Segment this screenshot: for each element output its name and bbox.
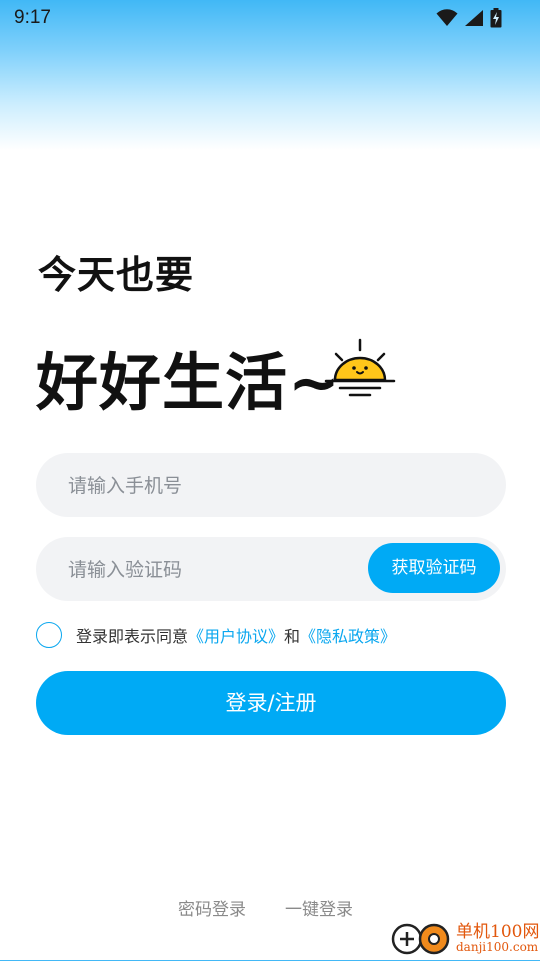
wifi-icon <box>436 9 458 27</box>
agreement-connector: 和 <box>284 627 301 646</box>
agreement-row: 登录即表示同意 《用户协议》 和 《隐私政策》 <box>36 620 396 650</box>
watermark-domain: danji100.com <box>456 940 539 954</box>
phone-field[interactable] <box>36 453 506 519</box>
signal-icon <box>464 9 484 27</box>
code-field[interactable]: 获取验证码 <box>36 537 506 603</box>
sun-icon <box>322 338 398 402</box>
battery-charging-icon <box>490 8 502 28</box>
watermark-name: 单机100网 <box>456 922 540 942</box>
password-login-link[interactable]: 密码登录 <box>178 895 246 920</box>
get-code-button[interactable]: 获取验证码 <box>368 543 500 593</box>
agreement-prefix: 登录即表示同意 <box>76 627 189 646</box>
agree-checkbox[interactable] <box>36 622 62 648</box>
phone-input[interactable] <box>66 453 390 519</box>
status-time: 9:17 <box>14 7 51 28</box>
status-icons <box>436 8 502 28</box>
verification-code-input[interactable] <box>66 537 390 603</box>
onekey-login-link[interactable]: 一键登录 <box>285 895 353 920</box>
status-bar: 9:17 <box>0 0 540 36</box>
login-register-button[interactable]: 登录/注册 <box>36 671 506 735</box>
watermark: 单机100网 danji100.com <box>390 917 540 959</box>
watermark-logo <box>390 919 452 957</box>
privacy-policy-link[interactable]: 《隐私政策》 <box>300 623 396 647</box>
user-agreement-link[interactable]: 《用户协议》 <box>188 623 284 647</box>
headline-line-2: 好好生活~ <box>36 346 341 419</box>
headline-line-1: 今天也要 <box>38 253 195 297</box>
